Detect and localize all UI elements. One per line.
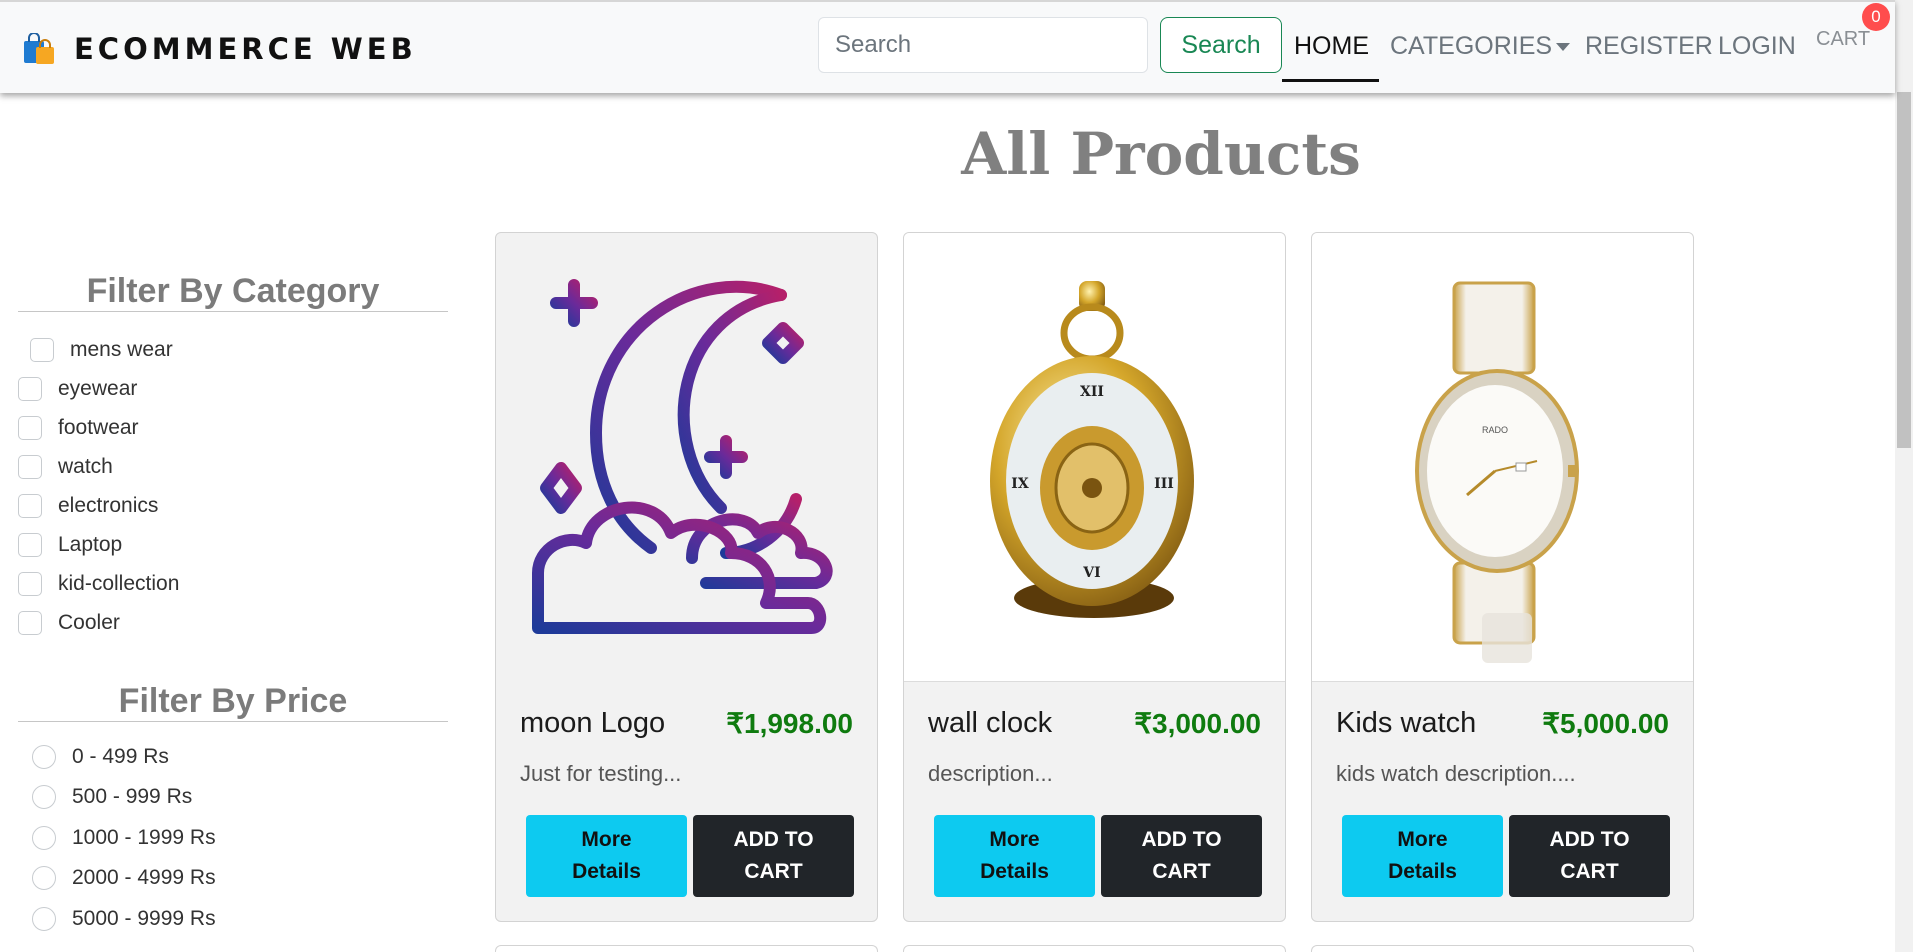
checkbox[interactable] [18,572,42,596]
price-filter-item[interactable]: 0 - 499 Rs [32,745,169,769]
checkbox[interactable] [30,338,54,362]
product-card-partial [903,945,1286,952]
category-filter-item[interactable]: Cooler [18,611,120,635]
category-filter-item[interactable]: electronics [18,494,158,518]
navbar: ECOMMERCE WEB Search HOME CATEGORIES REG… [0,0,1895,93]
more-details-button[interactable]: More Details [1342,815,1503,897]
checkbox[interactable] [18,416,42,440]
moon-logo-image[interactable] [496,233,877,682]
category-filter-label: kid-collection [58,572,180,595]
category-filter-item[interactable]: kid-collection [18,572,179,596]
more-details-button[interactable]: More Details [526,815,687,897]
checkbox[interactable] [18,377,42,401]
price-filter-item[interactable]: 2000 - 4999 Rs [32,866,216,890]
brand-name: ECOMMERCE WEB [74,32,417,66]
price-filter-label: 1000 - 1999 Rs [72,826,216,849]
pocket-watch-image[interactable]: XII VI III IX [904,233,1285,682]
product-name[interactable]: moon Logo [520,707,665,740]
svg-text:VI: VI [1082,565,1100,581]
price-filter-item[interactable]: 1000 - 1999 Rs [32,826,216,850]
more-details-button[interactable]: More Details [934,815,1095,897]
category-filter-label: eyewear [58,377,138,400]
nav-categories-label: CATEGORIES [1390,32,1553,60]
product-name[interactable]: Kids watch [1336,707,1476,740]
category-filter-label: mens wear [70,338,173,361]
svg-text:III: III [1154,476,1174,492]
checkbox[interactable] [18,611,42,635]
radio-button[interactable] [32,907,56,931]
product-card: RADO Kids watch ₹5,000.00 kids watch des… [1311,232,1694,922]
svg-text:RADO: RADO [1482,425,1508,435]
product-card-partial [1311,945,1694,952]
price-filter-item[interactable]: 500 - 999 Rs [32,785,192,809]
checkbox[interactable] [18,533,42,557]
category-filter-label: Laptop [58,533,123,556]
category-filter-item[interactable]: mens wear [30,338,173,362]
page-title: All Products [961,120,1361,188]
product-description: Just for testing... [520,761,682,786]
product-description: description... [928,761,1053,786]
category-filter-item[interactable]: Laptop [18,533,122,557]
price-filter-label: 500 - 999 Rs [72,785,193,808]
price-filter-item[interactable]: 5000 - 9999 Rs [32,907,216,931]
price-filter-label: 0 - 499 Rs [72,745,169,768]
caret-down-icon [1556,43,1571,52]
svg-text:XII: XII [1080,384,1104,400]
nav-register-link[interactable]: REGISTER [1585,32,1713,61]
search-input[interactable] [818,17,1148,73]
checkbox[interactable] [18,455,42,479]
add-to-cart-button[interactable]: ADD TO CART [1509,815,1670,897]
category-filter-label: electronics [58,494,159,517]
price-filter-label: 2000 - 4999 Rs [72,866,216,889]
category-filter-item[interactable]: footwear [18,416,139,440]
product-price: ₹3,000.00 [1134,708,1261,739]
nav-home-link[interactable]: HOME [1294,32,1369,61]
brand[interactable]: ECOMMERCE WEB [22,32,417,66]
nav-login-link[interactable]: LOGIN [1718,32,1796,61]
add-to-cart-button[interactable]: ADD TO CART [1101,815,1262,897]
product-card-partial [495,945,878,952]
svg-text:IX: IX [1011,476,1029,492]
product-card: moon Logo ₹1,998.00 Just for testing... … [495,232,878,922]
radio-button[interactable] [32,866,56,890]
shopping-bags-icon [22,32,56,65]
nav-categories-dropdown[interactable]: CATEGORIES [1390,32,1571,61]
product-price: ₹5,000.00 [1542,708,1669,739]
cart-count-badge: 0 [1862,3,1890,31]
category-filter-label: watch [58,455,113,478]
radio-button[interactable] [32,785,56,809]
category-filter-item[interactable]: watch [18,455,113,479]
nav-cart-link[interactable]: CART [1816,28,1870,51]
product-card: XII VI III IX wall clock ₹3,000.00 descr… [903,232,1286,922]
category-filter-label: Cooler [58,611,120,634]
product-description: kids watch description.... [1336,761,1576,786]
search-button[interactable]: Search [1160,17,1282,73]
price-filter-label: 5000 - 9999 Rs [72,907,216,930]
category-filter-item[interactable]: eyewear [18,377,137,401]
active-nav-underline [1282,79,1379,82]
radio-button[interactable] [32,826,56,850]
category-filter-title: Filter By Category [18,271,448,312]
checkbox[interactable] [18,494,42,518]
category-filter-label: footwear [58,416,139,439]
wrist-watch-image[interactable]: RADO [1312,233,1693,682]
add-to-cart-button[interactable]: ADD TO CART [693,815,854,897]
product-name[interactable]: wall clock [928,707,1052,740]
product-price: ₹1,998.00 [726,708,853,739]
radio-button[interactable] [32,745,56,769]
price-filter-title: Filter By Price [18,681,448,722]
